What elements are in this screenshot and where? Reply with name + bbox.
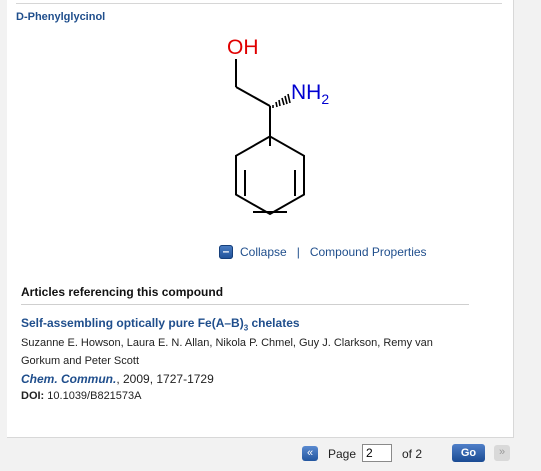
page-total-label: of 2	[402, 447, 423, 461]
compound-actions: – Collapse | Compound Properties	[219, 245, 427, 259]
pagination: « Page of 2 Go »	[0, 444, 541, 466]
articles-heading: Articles referencing this compound	[21, 285, 469, 305]
chemical-structure: OH NH2	[227, 36, 329, 216]
compound-name: D-Phenylglycinol	[16, 11, 106, 23]
article-authors: Suzanne E. Howson, Laura E. N. Allan, Ni…	[21, 337, 433, 367]
page-label: Page	[328, 447, 357, 461]
hashed-wedge	[272, 93, 291, 108]
article-title-link[interactable]: Self-assembling optically pure Fe(A–B)3 …	[21, 316, 300, 332]
oxygen-label: OH	[227, 36, 259, 59]
compound-properties-link[interactable]: Compound Properties	[310, 245, 427, 259]
compound-panel: D-Phenylglycinol OH NH2 – Collapse | Com…	[7, 0, 514, 438]
divider	[16, 3, 502, 4]
article-doi: DOI: 10.1039/B821573A	[21, 390, 142, 402]
journal-name[interactable]: Chem. Commun.	[21, 372, 116, 386]
previous-page-button[interactable]: «	[302, 446, 318, 461]
page-number-input[interactable]	[362, 444, 392, 462]
next-page-button[interactable]: »	[494, 445, 510, 461]
go-button[interactable]: Go	[452, 444, 485, 462]
collapse-icon[interactable]: –	[219, 245, 233, 259]
amine-label: NH2	[291, 81, 329, 107]
separator: |	[296, 245, 300, 259]
article-citation: Chem. Commun., 2009, 1727-1729	[21, 372, 214, 386]
collapse-link[interactable]: Collapse	[240, 245, 287, 259]
